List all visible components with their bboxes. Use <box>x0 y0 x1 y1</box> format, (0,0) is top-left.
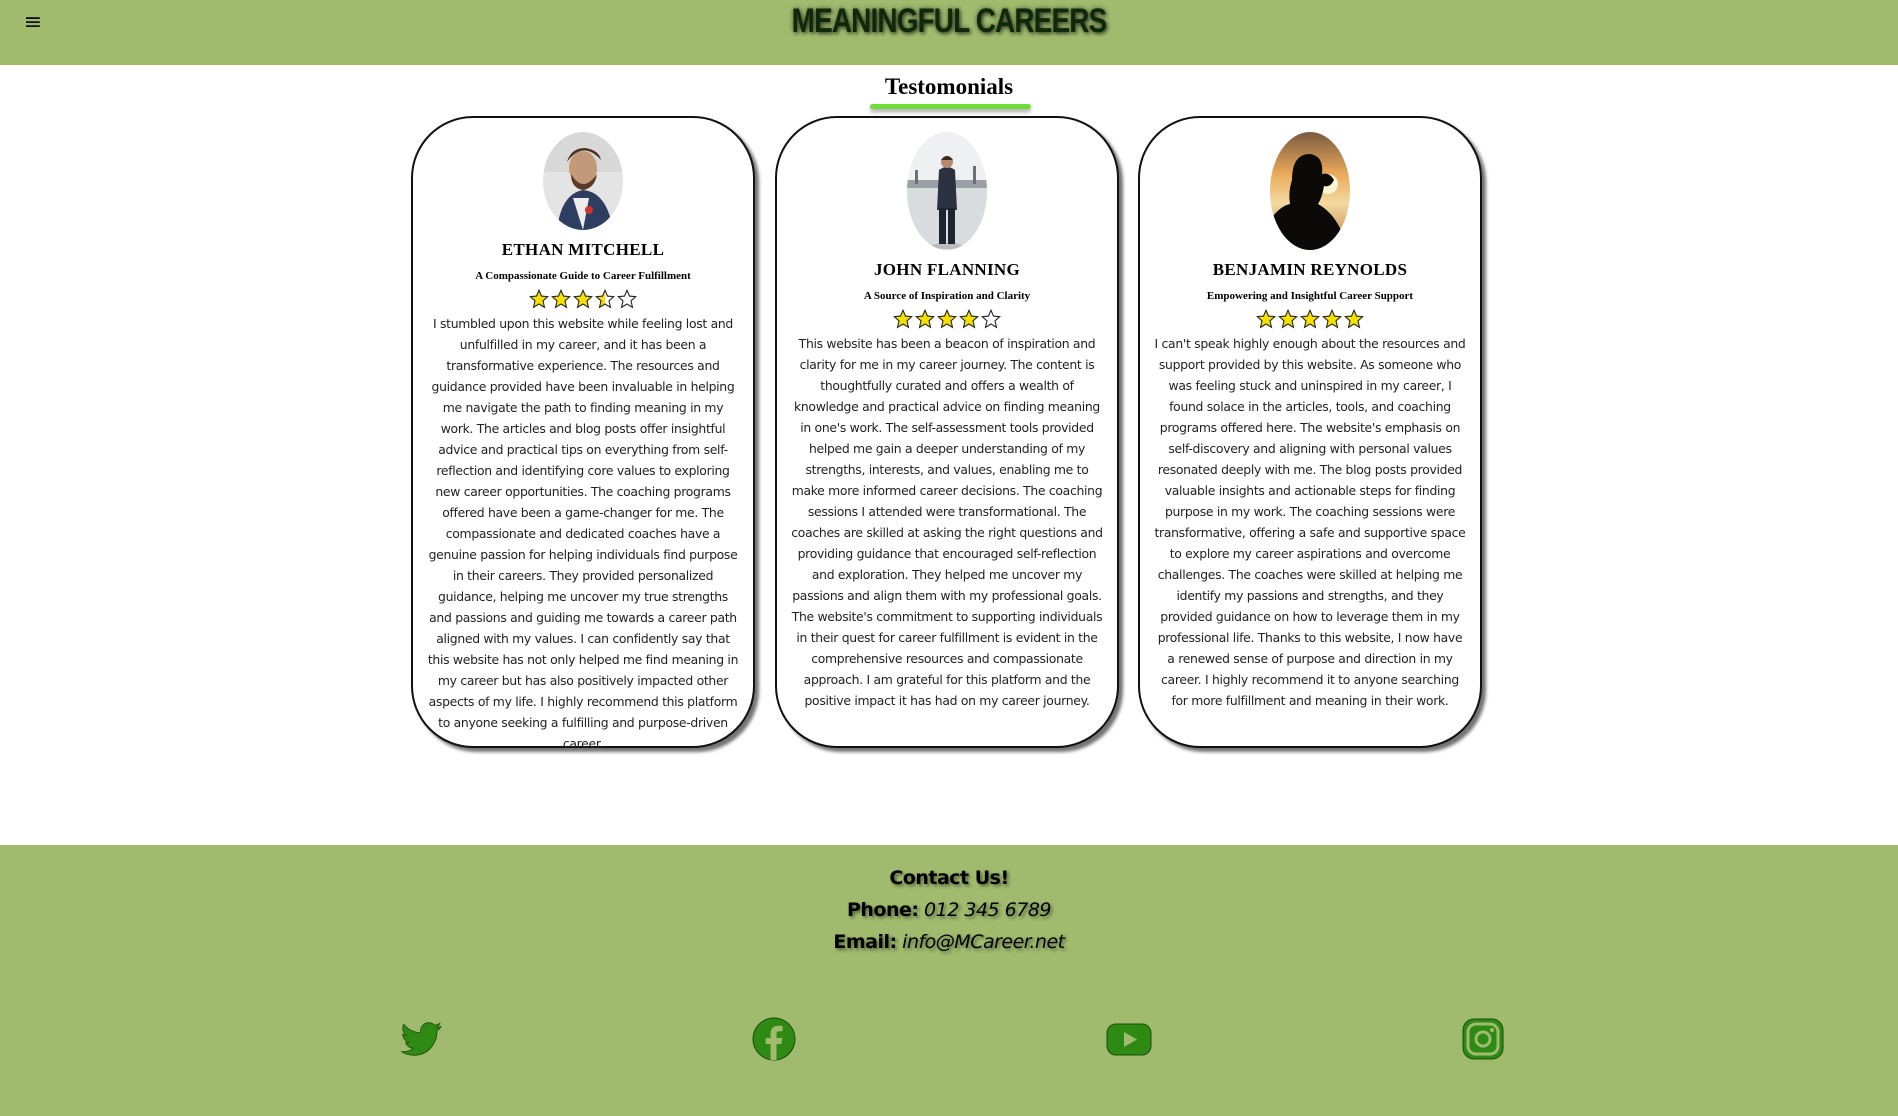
email-label: Email: <box>833 931 897 953</box>
instagram-icon[interactable] <box>1459 1015 1507 1063</box>
star-full-icon <box>550 288 572 309</box>
site-title[interactable]: MEANINGFUL CAREERS <box>171 2 1727 41</box>
site-header: ≡ MEANINGFUL CAREERS <box>0 0 1898 65</box>
testimonial-card: JOHN FLANNING A Source of Inspiration an… <box>775 116 1119 748</box>
avatar <box>543 132 623 230</box>
phone-label: Phone: <box>846 899 919 921</box>
phone-number[interactable]: 012 345 6789 <box>924 899 1051 921</box>
star-full-icon <box>892 308 914 329</box>
star-full-icon <box>936 308 958 329</box>
review-text: This website has been a beacon of inspir… <box>791 336 1103 708</box>
facebook-icon[interactable] <box>750 1015 798 1063</box>
hamburger-menu-icon[interactable]: ≡ <box>20 10 46 36</box>
star-full-icon <box>958 308 980 329</box>
avatar <box>1270 132 1350 250</box>
star-full-icon <box>1277 308 1299 329</box>
star-full-icon <box>1343 308 1365 329</box>
star-full-icon <box>528 288 550 309</box>
section-title-underline <box>870 104 1031 109</box>
contact-email: Email: info@MCareer.net <box>0 931 1898 953</box>
star-empty-icon <box>980 308 1002 329</box>
review-title: A Source of Inspiration and Clarity <box>863 290 1031 302</box>
star-full-icon <box>1321 308 1343 329</box>
contact-heading: Contact Us! <box>889 867 1009 889</box>
reviewer-name: JOHN FLANNING <box>873 260 1021 279</box>
testimonial-card: BENJAMIN REYNOLDS Empowering and Insight… <box>1138 116 1482 748</box>
review-title: A Compassionate Guide to Career Fulfillm… <box>475 270 691 282</box>
reviewer-name: ETHAN MITCHELL <box>501 240 665 259</box>
review-text: I can't speak highly enough about the re… <box>1154 336 1466 708</box>
email-address[interactable]: info@MCareer.net <box>902 931 1065 953</box>
star-full-icon <box>1299 308 1321 329</box>
star-rating <box>1140 308 1480 331</box>
star-full-icon <box>1255 308 1277 329</box>
section-title: Testomonials <box>884 74 1014 99</box>
contact-phone: Phone: 012 345 6789 <box>0 899 1898 921</box>
avatar <box>907 132 987 250</box>
star-empty-icon <box>616 288 638 309</box>
review-text: I stumbled upon this website while feeli… <box>427 316 739 751</box>
star-full-icon <box>572 288 594 309</box>
star-rating <box>413 288 753 311</box>
testimonial-card: ETHAN MITCHELL A Compassionate Guide to … <box>411 116 755 751</box>
star-rating <box>777 308 1117 331</box>
twitter-icon[interactable] <box>397 1015 445 1063</box>
youtube-icon[interactable] <box>1105 1015 1153 1063</box>
star-half-icon <box>594 288 616 309</box>
star-full-icon <box>914 308 936 329</box>
reviewer-name: BENJAMIN REYNOLDS <box>1212 260 1408 279</box>
review-title: Empowering and Insightful Career Support <box>1206 290 1414 302</box>
site-footer: Contact Us! Phone: 012 345 6789 Email: i… <box>0 845 1898 1116</box>
